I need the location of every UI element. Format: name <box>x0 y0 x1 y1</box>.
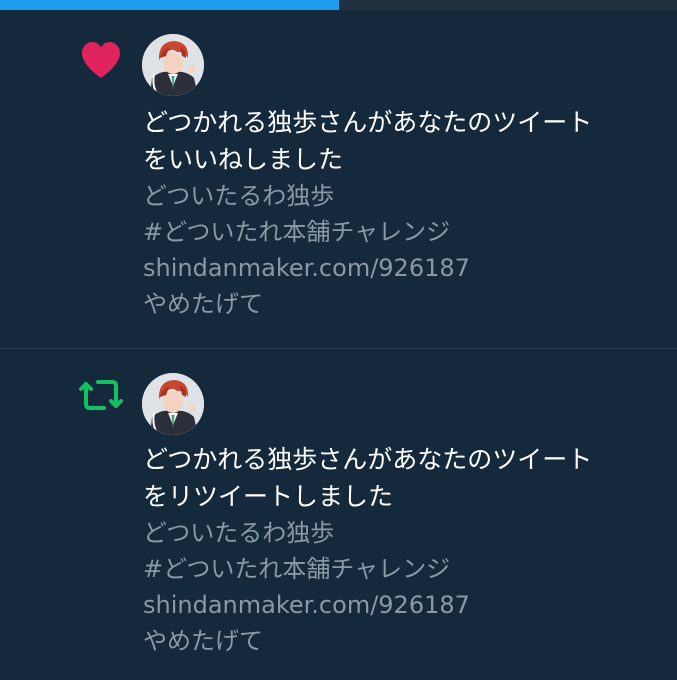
retweet-icon <box>79 380 123 410</box>
tweet-line: shindanmaker.com/926187 <box>143 591 470 619</box>
tweet-line: どついたるわ独歩 <box>143 182 335 210</box>
avatar[interactable] <box>142 34 204 96</box>
tweet-line: やめたげて <box>143 627 263 655</box>
notification-headline: どつかれる独歩さんがあなたのツイート をいいねしました <box>143 108 593 174</box>
tweet-line: #どついたれ本舗チャレンジ <box>143 555 451 583</box>
progress-bar-fill <box>0 0 339 10</box>
tweet-line: どついたるわ独歩 <box>143 519 335 547</box>
tweet-line: やめたげて <box>143 290 263 318</box>
notification-like[interactable]: どつかれる独歩さんがあなたのツイート をいいねしました どついたるわ独歩 #どつ… <box>0 10 677 348</box>
avatar[interactable] <box>142 373 204 435</box>
notification-headline: どつかれる独歩さんがあなたのツイート をリツイートしました <box>143 445 593 511</box>
tweet-line: shindanmaker.com/926187 <box>143 254 470 282</box>
progress-bar <box>0 0 677 10</box>
notification-retweet[interactable]: どつかれる独歩さんがあなたのツイート をリツイートしました どついたるわ独歩 #… <box>0 349 677 680</box>
tweet-line: #どついたれ本舗チャレンジ <box>143 218 451 246</box>
heart-icon <box>82 42 120 78</box>
tweet-preview[interactable]: どついたるわ独歩 #どついたれ本舗チャレンジ shindanmaker.com/… <box>143 515 663 659</box>
tweet-preview[interactable]: どついたるわ独歩 #どついたれ本舗チャレンジ shindanmaker.com/… <box>143 178 663 322</box>
